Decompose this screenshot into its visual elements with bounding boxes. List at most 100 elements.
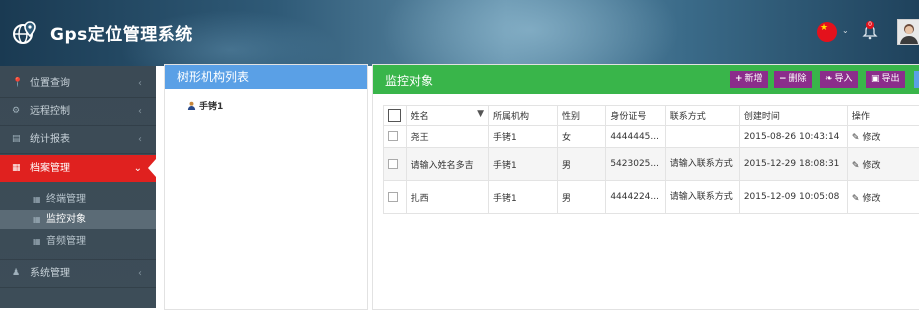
avatar-person-icon [898,20,919,44]
cell-action: ✎修改 [847,126,919,148]
chevron-left-icon: ‹ [138,98,142,125]
import-button[interactable]: ❧导入 [820,71,858,88]
column-header-name[interactable]: 姓名 ▼ [406,106,488,126]
cell-gender: 女 [557,126,605,148]
language-dropdown-caret-icon[interactable]: ⌄ [842,26,849,35]
cell-contact [665,126,739,148]
tree-node-label: 手铐1 [199,102,223,112]
cell-id-number: 4444224... [606,181,665,214]
sidebar-subitem-label: 终端管理 [46,190,86,209]
china-flag-icon[interactable]: ★ [817,22,837,42]
more-toolbar-button[interactable] [914,71,919,88]
org-tree-panel: 树形机构列表 手铐1 [164,64,368,310]
cell-org: 手铐1 [488,126,557,148]
sidebar-item-location-query[interactable]: 📍 位置查询 ‹ [0,70,156,98]
cell-action: ✎修改 [847,181,919,214]
column-header-action: 操作 [847,106,919,126]
sidebar-subitem-monitor-target[interactable]: ▦ 监控对象 [0,210,156,229]
minus-icon: − [779,74,787,84]
export-button-label: 导出 [882,74,900,84]
select-all-cell [384,106,407,126]
sidebar-item-archive-management[interactable]: ▦ 档案管理 ⌄ [0,155,156,182]
edit-link[interactable]: ✎修改 [852,161,881,171]
sidebar-item-remote-control[interactable]: ⚙ 远程控制 ‹ [0,98,156,126]
sidebar-subitem-audio-management[interactable]: ▦ 音频管理 [0,232,156,251]
delete-button-label: 删除 [789,74,807,84]
row-checkbox[interactable] [388,131,398,141]
table-row[interactable]: 尧王 手铐1 女 4444445... 2015-08-26 10:43:14 … [384,126,919,148]
notification-badge: 0 [866,21,874,29]
table-grid-icon: ▦ [12,155,24,182]
sidebar-item-system-management[interactable]: ♟ 系统管理 ‹ [0,259,156,288]
user-icon: ♟ [12,260,24,287]
edit-link[interactable]: ✎修改 [852,194,881,204]
tree-node[interactable]: 手铐1 [187,99,223,112]
tree-panel-title: 树形机构列表 [165,65,367,89]
save-icon: ▣ [871,74,880,84]
monitor-target-panel: 监控对象 +新增 −删除 ❧导入 ▣导出 姓名 ▼ 所属机构 性别 身份证号 [372,64,919,310]
table-header-row: 姓名 ▼ 所属机构 性别 身份证号 联系方式 创建时间 操作 [384,106,919,126]
delete-button[interactable]: −删除 [774,71,812,88]
pencil-icon: ✎ [852,161,860,171]
map-marker-icon: 📍 [12,70,24,97]
cell-contact: 请输入联系方式 [665,181,739,214]
add-button[interactable]: +新增 [730,71,768,88]
edit-link[interactable]: ✎修改 [852,133,881,143]
cell-action: ✎修改 [847,148,919,181]
app-title: Gps定位管理系统 [50,20,193,45]
sidebar-item-label: 档案管理 [30,155,70,182]
table-grid-icon: ▦ [33,232,41,251]
sidebar-subitem-label: 音频管理 [46,232,86,251]
cell-gender: 男 [557,181,605,214]
column-header-contact[interactable]: 联系方式 [665,106,739,126]
person-icon [187,101,196,110]
sidebar-item-label: 位置查询 [30,70,70,97]
header-background-glow [380,0,680,66]
edit-link-label: 修改 [862,194,880,204]
main-panel-header: 监控对象 +新增 −删除 ❧导入 ▣导出 [373,65,919,94]
cell-contact: 请输入联系方式 [665,148,739,181]
column-header-gender[interactable]: 性别 [557,106,605,126]
select-all-checkbox[interactable] [388,109,401,122]
sidebar-item-label: 系统管理 [30,260,70,287]
row-select-cell [384,148,407,181]
bar-chart-icon: ▤ [12,126,24,153]
sidebar-item-label: 远程控制 [30,98,70,125]
cell-id-number: 5423025... [606,148,665,181]
column-header-label: 姓名 [411,112,429,122]
cell-created-time: 2015-12-29 18:08:31 [739,148,847,181]
cell-name: 扎西 [406,181,488,214]
monitor-target-table: 姓名 ▼ 所属机构 性别 身份证号 联系方式 创建时间 操作 尧王 手铐1 女 4… [383,105,919,214]
chevron-left-icon: ‹ [138,70,142,97]
row-checkbox[interactable] [388,192,398,202]
edit-link-label: 修改 [862,133,880,143]
column-header-id-number[interactable]: 身份证号 [606,106,665,126]
pencil-icon: ✎ [852,194,860,204]
sidebar-subitem-terminal-management[interactable]: ▦ 终端管理 [0,190,156,209]
edit-link-label: 修改 [862,161,880,171]
column-header-org[interactable]: 所属机构 [488,106,557,126]
table-row[interactable]: 请输入姓名多吉 手铐1 男 5423025... 请输入联系方式 2015-12… [384,148,919,181]
cell-org: 手铐1 [488,148,557,181]
row-checkbox[interactable] [388,159,398,169]
sidebar-item-statistics[interactable]: ▤ 统计报表 ‹ [0,126,156,154]
pencil-icon: ✎ [852,133,860,143]
main-panel-title: 监控对象 [385,72,433,89]
user-avatar[interactable] [897,19,919,45]
cell-id-number: 4444445... [606,126,665,148]
sidebar-subitem-label: 监控对象 [46,210,86,229]
cell-created-time: 2015-08-26 10:43:14 [739,126,847,148]
chevron-left-icon: ‹ [138,126,142,153]
cell-gender: 男 [557,148,605,181]
export-button[interactable]: ▣导出 [866,71,905,88]
sidebar: 📍 位置查询 ‹ ⚙ 远程控制 ‹ ▤ 统计报表 ‹ ▦ 档案管理 ⌄ ▦ 终端… [0,66,156,308]
row-select-cell [384,181,407,214]
active-indicator-notch [148,159,156,177]
cell-name: 尧王 [406,126,488,148]
table-grid-icon: ▦ [33,190,41,209]
leaf-icon: ❧ [825,74,833,84]
table-row[interactable]: 扎西 手铐1 男 4444224... 请输入联系方式 2015-12-09 1… [384,181,919,214]
gears-icon: ⚙ [12,98,24,125]
filter-icon[interactable]: ▼ [477,109,484,119]
column-header-created-time[interactable]: 创建时间 [739,106,847,126]
